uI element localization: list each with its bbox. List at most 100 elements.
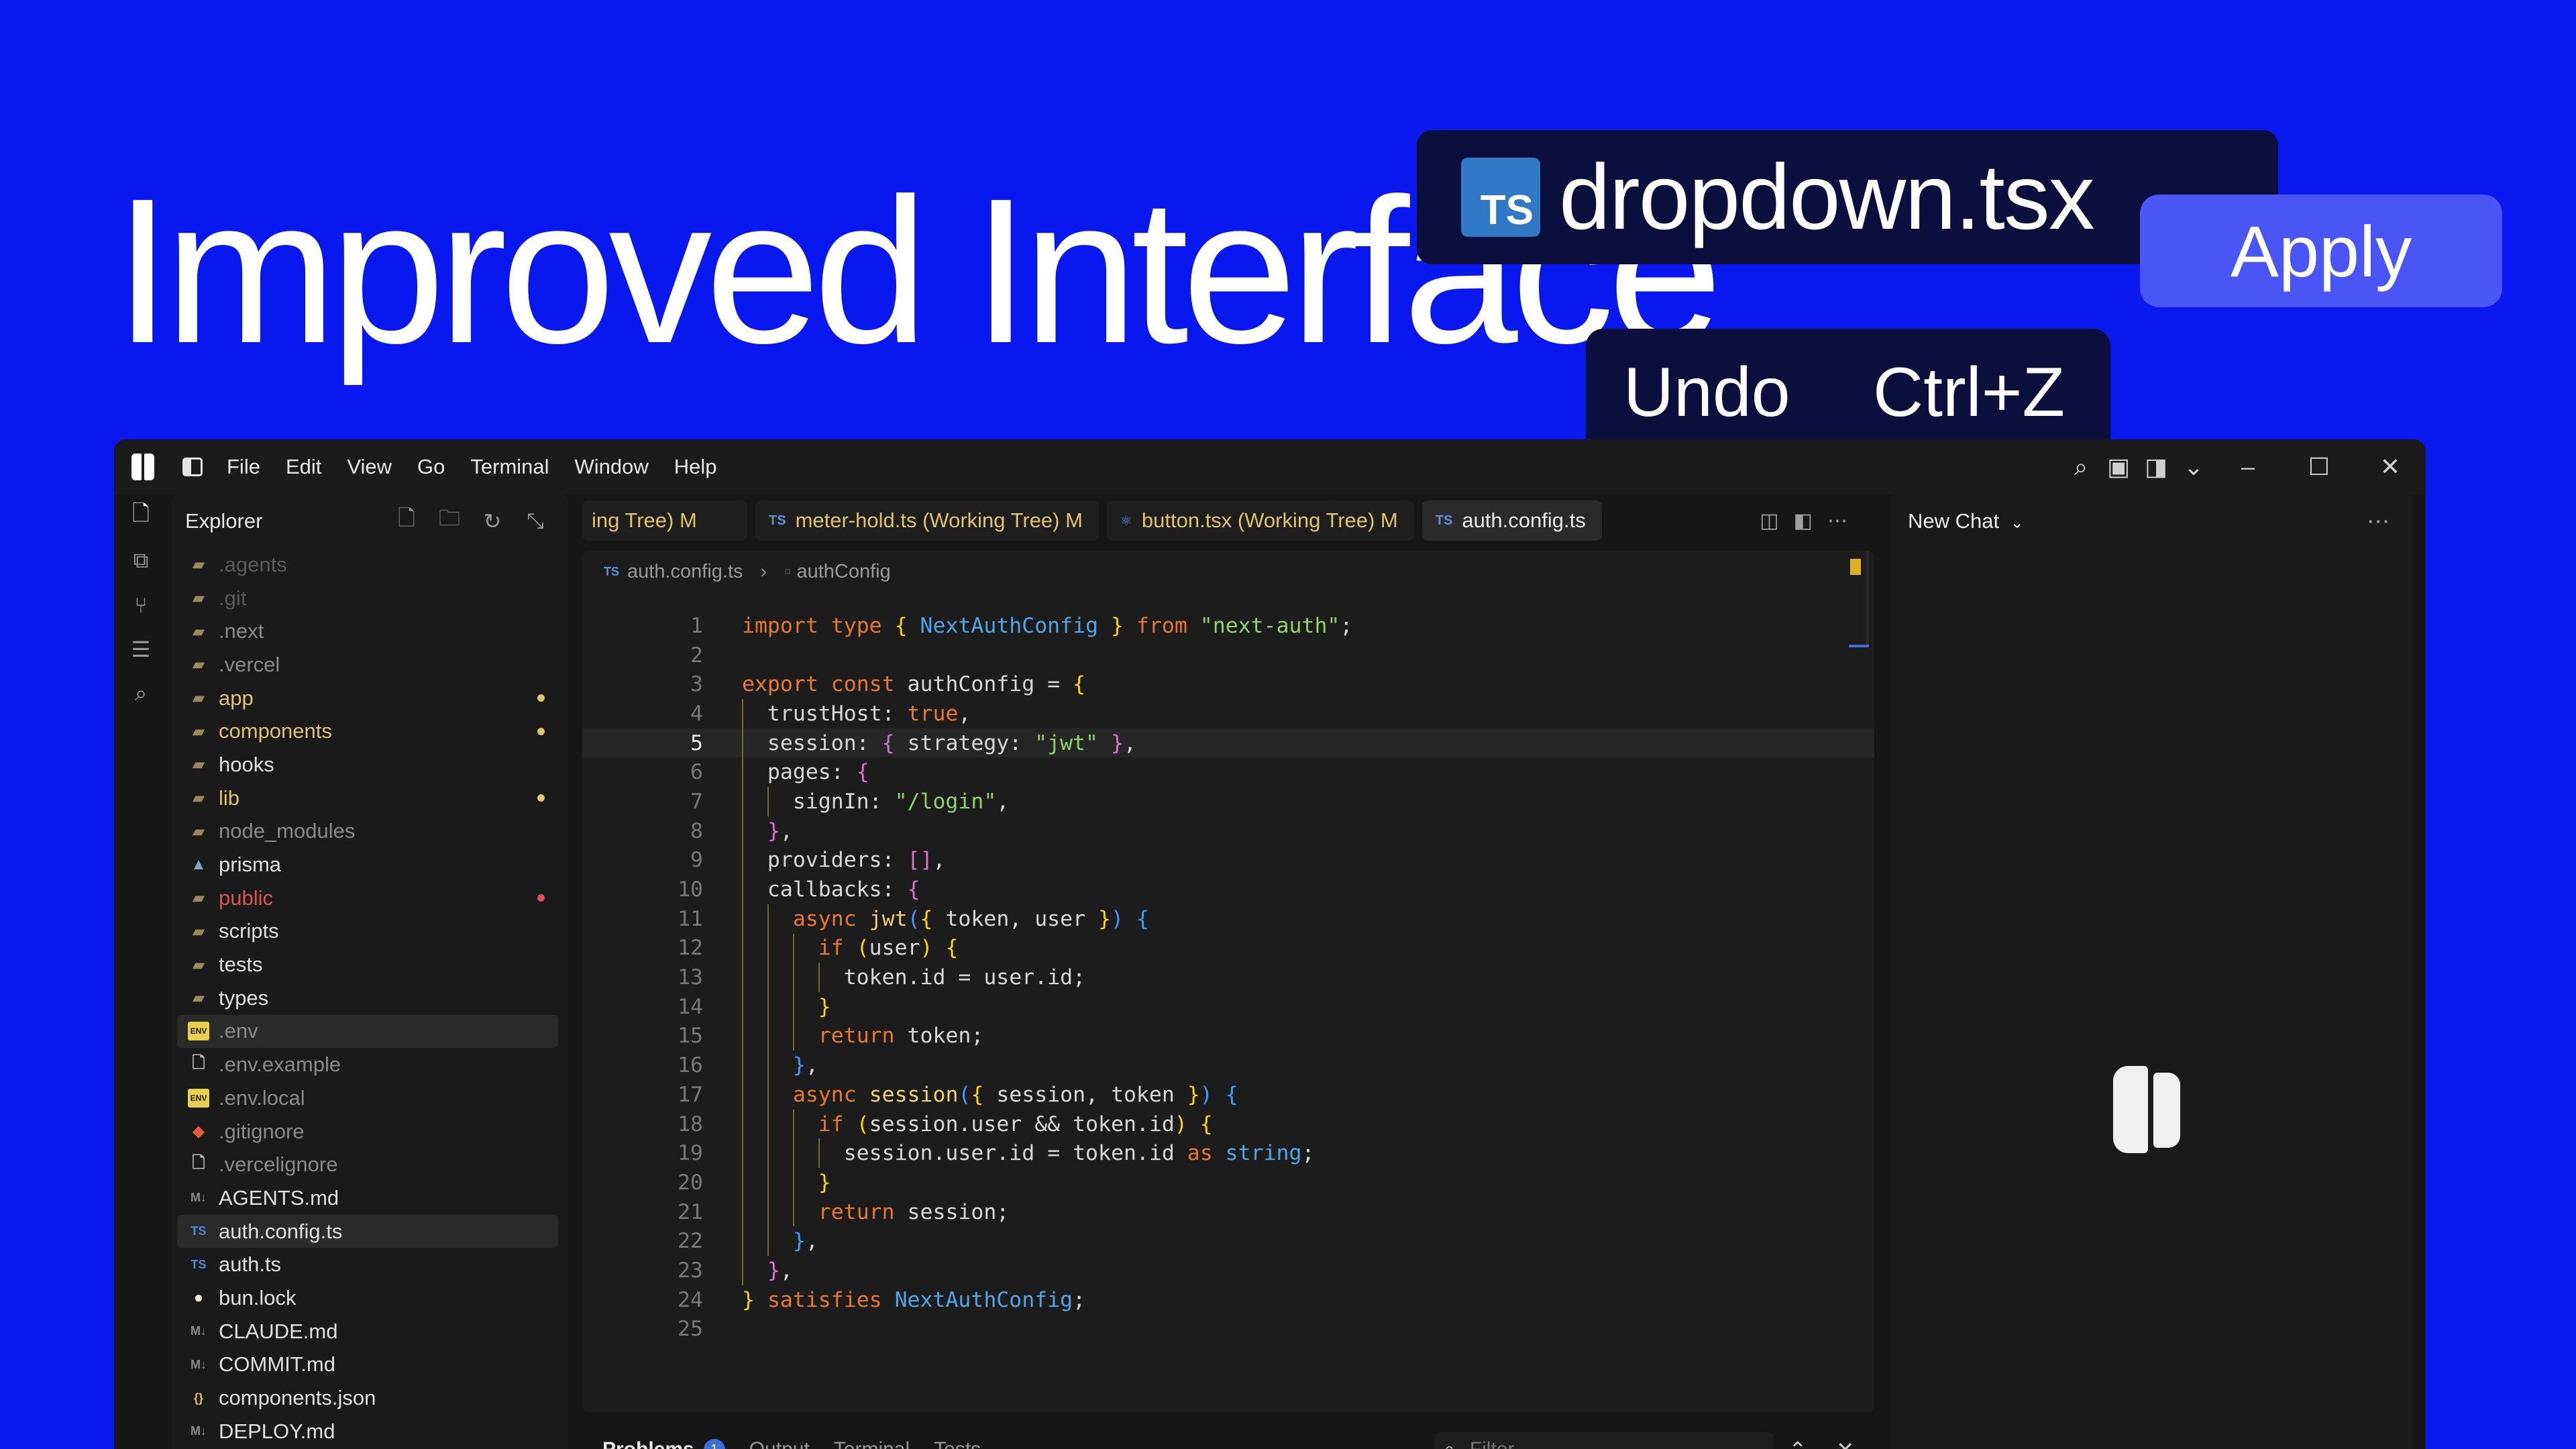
tree-item[interactable]: ▰ .vercel bbox=[172, 648, 568, 682]
indent-guide bbox=[767, 963, 769, 992]
close-icon[interactable]: ✕ bbox=[1836, 1437, 1854, 1449]
maximize-icon[interactable]: ☐ bbox=[2284, 453, 2355, 481]
indent-guide bbox=[767, 991, 769, 1022]
tree-item[interactable]: ▰ node_modules bbox=[172, 815, 568, 849]
typescript-icon: TS bbox=[769, 513, 786, 528]
folder-icon: ▰ bbox=[192, 822, 205, 841]
line-number: 22 bbox=[678, 1229, 703, 1254]
indent-guide bbox=[742, 1021, 743, 1051]
layout-sidebar-icon[interactable]: ◨ bbox=[2137, 453, 2175, 481]
editor-tab[interactable]: ing Tree) M bbox=[582, 500, 747, 541]
tree-item[interactable]: 🗋 .env.example bbox=[172, 1048, 568, 1081]
explorer-panel: Explorer 🗋 🗀 ↻ ⤡ ▰ .agents ▰ .git ▰ .next ▰ .ve… bbox=[172, 494, 568, 1449]
chevron-right-icon: › bbox=[760, 560, 767, 582]
indent-guide bbox=[793, 1021, 794, 1051]
code-line: 13 token.id = user.id; bbox=[582, 963, 1874, 992]
code-line: 15 return token; bbox=[582, 1021, 1874, 1051]
breadcrumb-symbol[interactable]: authConfig bbox=[796, 561, 890, 583]
tree-item-label: bun.lock bbox=[219, 1285, 297, 1309]
apply-button[interactable]: Apply bbox=[2140, 195, 2502, 307]
tab-tests[interactable]: Tests bbox=[934, 1438, 981, 1449]
tree-item[interactable]: ▲ prisma bbox=[172, 848, 568, 881]
tree-item[interactable]: ● bun.lock bbox=[172, 1281, 568, 1315]
refresh-icon[interactable]: ↻ bbox=[471, 508, 514, 534]
tree-item[interactable]: M↓ CLAUDE.md bbox=[172, 1315, 568, 1348]
tree-item[interactable]: {} components.json bbox=[172, 1381, 568, 1415]
tree-item[interactable]: ▰ hooks bbox=[172, 748, 568, 782]
collapse-icon[interactable]: ⤡ bbox=[514, 508, 557, 534]
split-editor-icon[interactable]: ◧ bbox=[1794, 509, 1813, 533]
filter-input[interactable]: ⌕ Filter bbox=[1434, 1432, 1774, 1449]
menu-window[interactable]: Window bbox=[575, 455, 649, 479]
folder-icon: ▰ bbox=[192, 589, 205, 608]
menu-view[interactable]: View bbox=[347, 455, 392, 479]
tree-item[interactable]: M↓ DEPLOY.md bbox=[172, 1415, 568, 1448]
tree-item[interactable]: ENV .env bbox=[177, 1014, 558, 1049]
folder-icon: ▰ bbox=[192, 722, 205, 741]
code-text: }, bbox=[792, 1229, 818, 1254]
list-icon[interactable]: ☰ bbox=[114, 627, 168, 672]
tree-item[interactable]: ▰ .agents bbox=[172, 548, 568, 582]
tree-item[interactable]: ▰ lib bbox=[172, 782, 568, 815]
tree-item[interactable]: ◆ .gitignore bbox=[172, 1115, 568, 1148]
source-control-icon[interactable]: ⑂ bbox=[114, 583, 168, 627]
breadcrumb-file[interactable]: auth.config.ts bbox=[627, 561, 743, 583]
tree-item[interactable]: M↓ COMMIT.md bbox=[172, 1348, 568, 1382]
tree-item[interactable]: TS auth.config.ts bbox=[177, 1214, 558, 1248]
menu-file[interactable]: File bbox=[227, 455, 260, 479]
copy-icon[interactable]: ⧉ bbox=[114, 539, 168, 583]
chevron-up-icon[interactable]: ⌃ bbox=[1788, 1437, 1807, 1449]
tab-terminal[interactable]: Terminal bbox=[834, 1438, 910, 1449]
indent-guide bbox=[742, 845, 743, 875]
tree-item[interactable]: ▰ app bbox=[172, 682, 568, 715]
tree-item[interactable]: ENV .env.local bbox=[172, 1081, 568, 1115]
sidebar-toggle-icon[interactable] bbox=[182, 458, 203, 476]
scrollbar[interactable] bbox=[1866, 551, 1869, 645]
layout-panel-icon[interactable]: ▣ bbox=[2100, 453, 2137, 481]
new-file-icon[interactable]: 🗋 bbox=[385, 503, 428, 539]
tree-item[interactable]: ▰ .git bbox=[172, 582, 568, 615]
scroll-marker bbox=[1850, 559, 1861, 575]
line-number: 15 bbox=[678, 1024, 703, 1049]
indent-guide bbox=[742, 1197, 743, 1227]
editor-tab[interactable]: TS auth.config.ts bbox=[1421, 500, 1602, 541]
editor-tab[interactable]: TS meter-hold.ts (Working Tree) M bbox=[755, 500, 1099, 541]
tree-item[interactable]: TS auth.ts bbox=[172, 1248, 568, 1281]
tab-problems[interactable]: Problems 1 bbox=[602, 1438, 725, 1449]
search-icon[interactable]: ⌕ bbox=[2062, 453, 2100, 482]
menu-go[interactable]: Go bbox=[417, 455, 445, 479]
typescript-icon: TS bbox=[191, 1257, 207, 1271]
tree-item-label: components.json bbox=[219, 1386, 376, 1410]
minimize-icon[interactable]: – bbox=[2212, 453, 2284, 481]
chevron-down-icon[interactable]: ⌄ bbox=[2175, 453, 2212, 481]
tree-item[interactable]: M↓ AGENTS.md bbox=[172, 1181, 568, 1215]
new-folder-icon[interactable]: 🗀 bbox=[428, 503, 471, 539]
menu-help[interactable]: Help bbox=[674, 455, 717, 479]
editor-tab[interactable]: ⚛ button.tsx (Working Tree) M bbox=[1106, 500, 1414, 541]
open-changes-icon[interactable]: ◫ bbox=[1760, 509, 1778, 533]
tree-item-label: types bbox=[219, 985, 269, 1010]
env-icon: ENV bbox=[188, 1088, 209, 1108]
undo-chip[interactable]: Undo Ctrl+Z bbox=[1586, 329, 2110, 456]
tree-item[interactable]: ▰ .next bbox=[172, 614, 568, 648]
explorer-header: Explorer 🗋 🗀 ↻ ⤡ bbox=[172, 494, 568, 548]
tree-item[interactable]: ▰ components bbox=[172, 714, 568, 748]
tree-item[interactable]: ▰ public bbox=[172, 881, 568, 915]
more-icon[interactable]: ⋯ bbox=[1827, 509, 1847, 533]
indent-guide bbox=[742, 728, 743, 758]
tree-item[interactable]: ▰ tests bbox=[172, 948, 568, 981]
tab-output[interactable]: Output bbox=[749, 1438, 810, 1449]
chat-title[interactable]: New Chat ⌄ bbox=[1908, 509, 2367, 533]
tree-item[interactable]: 🗋 .vercelignore bbox=[172, 1148, 568, 1181]
menu-edit[interactable]: Edit bbox=[286, 455, 321, 479]
close-icon[interactable]: ✕ bbox=[2355, 453, 2426, 481]
code-line: 8 }, bbox=[582, 816, 1874, 846]
code-editor[interactable]: 1 import type { NextAuthConfig } from "ne… bbox=[582, 611, 1874, 1344]
menu-terminal[interactable]: Terminal bbox=[470, 455, 549, 479]
more-icon[interactable]: ⋯ bbox=[2367, 508, 2391, 535]
tree-item[interactable]: ▰ scripts bbox=[172, 915, 568, 949]
filter-placeholder: Filter bbox=[1470, 1438, 1515, 1449]
search-icon[interactable]: ⌕ bbox=[114, 672, 168, 716]
tree-item[interactable]: ▰ types bbox=[172, 981, 568, 1015]
files-icon[interactable]: 🗋 bbox=[114, 494, 168, 539]
